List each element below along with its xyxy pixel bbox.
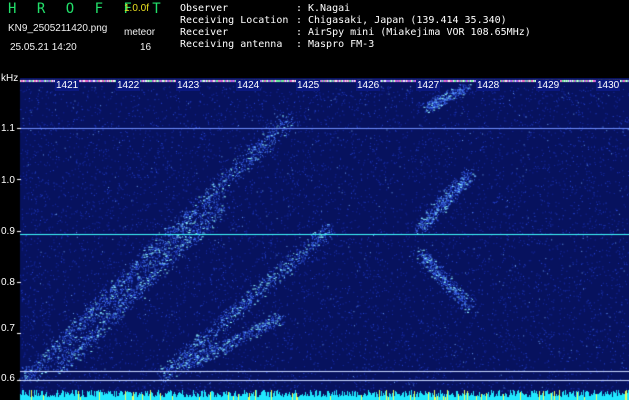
minute-label: 1422: [116, 80, 141, 91]
minute-label: 1425: [296, 80, 321, 91]
minute-label: 1426: [356, 80, 381, 91]
minute-label: 1421: [55, 80, 80, 91]
antenna-value: Maspro FM-3: [308, 39, 375, 50]
y-tick-label: 1.1: [1, 123, 15, 134]
minute-label: 1423: [176, 80, 201, 91]
receiver-colon: :: [296, 27, 303, 38]
observer-colon: :: [296, 3, 303, 14]
header-panel: H R O F F T 1.0.0f KN9_2505211420.png 25…: [0, 0, 629, 78]
minute-label: 1427: [416, 80, 441, 91]
spectrogram-canvas: [0, 78, 629, 400]
y-tick-label: 0.8: [1, 277, 15, 288]
minute-label: 1429: [536, 80, 561, 91]
y-axis-unit: kHz: [1, 73, 19, 84]
minute-label: 1428: [476, 80, 501, 91]
y-tick-label: 0.9: [1, 226, 15, 237]
y-tick-label: 0.7: [1, 323, 15, 334]
minute-label: 1424: [236, 80, 261, 91]
datetime-label: 25.05.21 14:20: [10, 42, 77, 53]
location-label: Receiving Location: [180, 15, 289, 26]
version-label: 1.0.0f: [124, 3, 150, 14]
antenna-colon: :: [296, 39, 303, 50]
meteor-label: meteor: [124, 27, 156, 38]
filename-label: KN9_2505211420.png: [8, 23, 108, 34]
receiver-label: Receiver: [180, 27, 229, 38]
observer-label: Observer: [180, 3, 229, 14]
minute-label: 1430: [596, 80, 621, 91]
y-tick-label: 1.0: [1, 175, 15, 186]
location-value: Chigasaki, Japan (139.414 35.340): [308, 15, 507, 26]
antenna-label: Receiving antenna: [180, 39, 283, 50]
location-colon: :: [296, 15, 303, 26]
observer-value: K.Nagai: [308, 3, 351, 14]
receiver-value: AirSpy mini (Miakejima VOR 108.65MHz): [308, 27, 531, 38]
y-tick-label: 0.6: [1, 373, 15, 384]
meteor-count: 16: [140, 42, 152, 53]
